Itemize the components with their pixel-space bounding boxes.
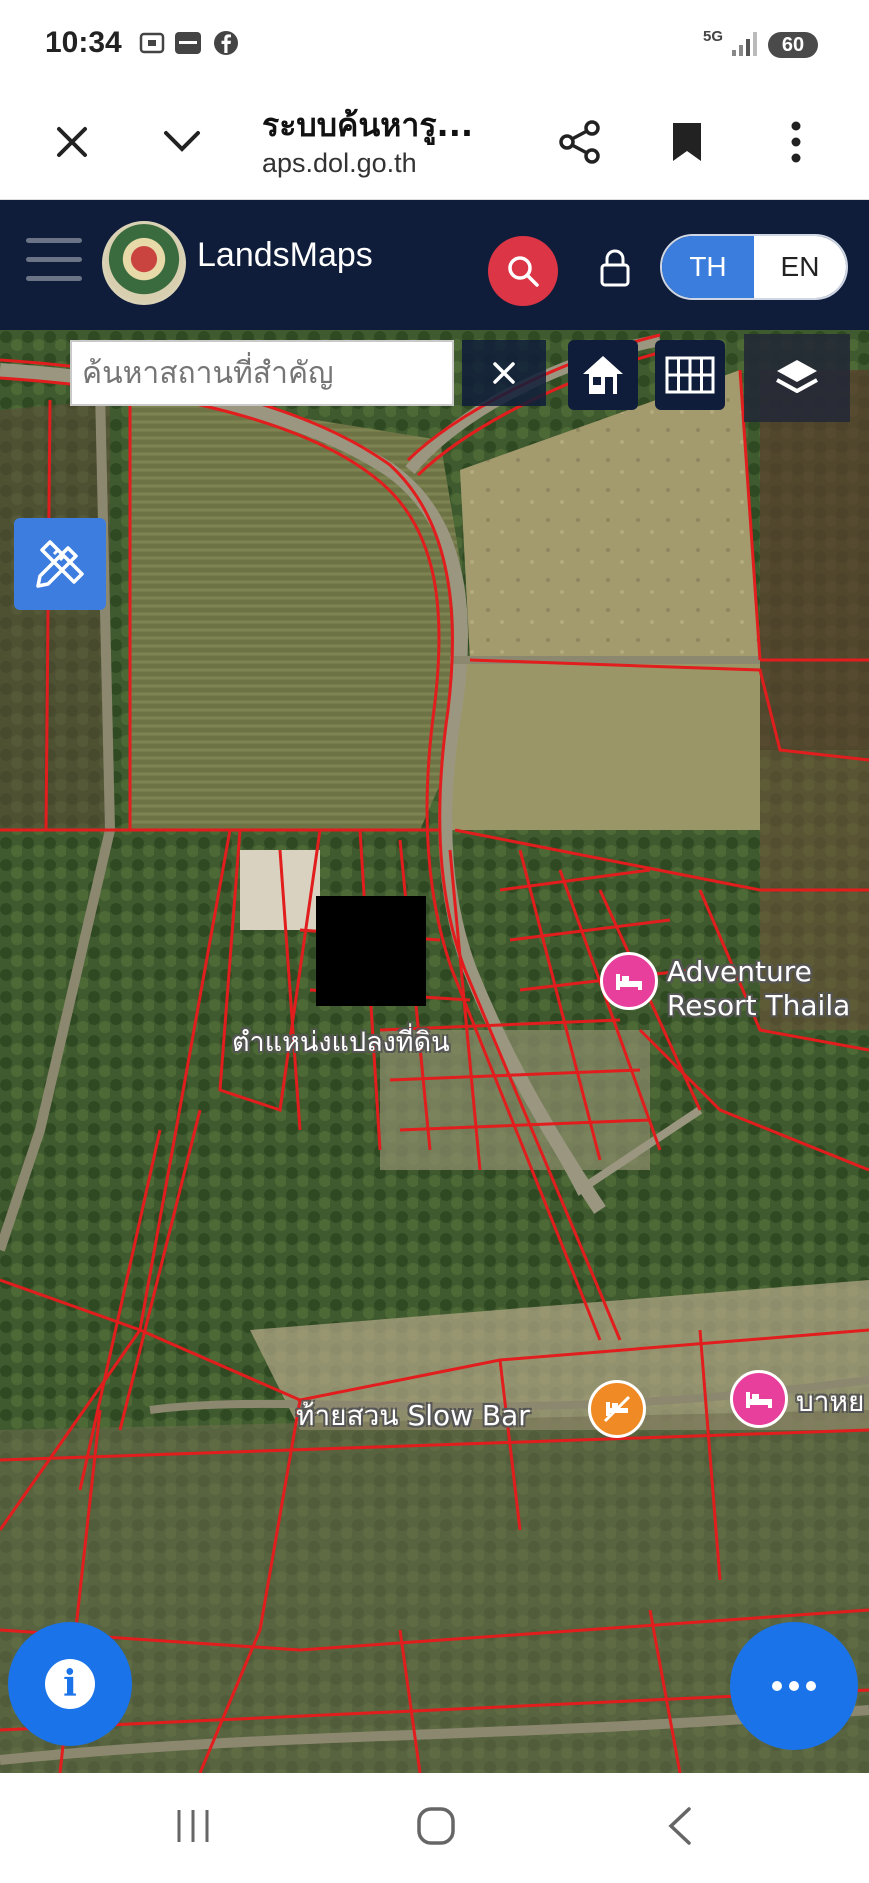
back-button[interactable] bbox=[650, 1801, 710, 1851]
more-options-button[interactable] bbox=[766, 112, 826, 172]
clear-search-button[interactable] bbox=[462, 340, 546, 406]
info-button[interactable]: i bbox=[8, 1622, 132, 1746]
parcel-position-label: ตำแหน่งแปลงที่ดิน bbox=[232, 1027, 450, 1058]
right-place-label: บาหย bbox=[796, 1385, 865, 1418]
redacted-area bbox=[316, 896, 426, 1006]
pencil-ruler-icon bbox=[36, 540, 84, 588]
close-icon bbox=[57, 127, 87, 157]
map-view[interactable]: ตำแหน่งแปลงที่ดิน Adventure Resort Thail… bbox=[0, 330, 869, 1773]
status-bar: 10:34 5G 60 bbox=[0, 0, 869, 84]
minimize-button[interactable] bbox=[152, 112, 212, 172]
more-dot-icon bbox=[806, 1681, 816, 1691]
slow-bar-label: ท้ายสวน Slow Bar bbox=[296, 1399, 530, 1432]
place-search-box[interactable] bbox=[70, 340, 454, 406]
brand-name: LandsMaps bbox=[197, 236, 373, 274]
battery-indicator: 60 bbox=[768, 32, 818, 58]
close-tab-button[interactable] bbox=[42, 112, 102, 172]
hotel-marker-right[interactable] bbox=[730, 1370, 788, 1428]
facebook-icon bbox=[214, 31, 238, 55]
adventure-resort-label-line2: Resort Thaila bbox=[667, 989, 851, 1022]
language-toggle: TH EN bbox=[660, 234, 848, 300]
bed-icon bbox=[603, 1395, 631, 1423]
screenshot-icon bbox=[139, 32, 165, 54]
dol-logo bbox=[102, 221, 186, 305]
draw-measure-button[interactable] bbox=[14, 518, 106, 610]
recents-icon bbox=[177, 1810, 209, 1842]
lang-th-button[interactable]: TH bbox=[662, 236, 754, 298]
bar-marker-slow-bar[interactable] bbox=[588, 1380, 646, 1438]
share-button[interactable] bbox=[550, 112, 610, 172]
more-dot-icon bbox=[772, 1681, 782, 1691]
layers-button[interactable] bbox=[744, 334, 850, 422]
signal-icon bbox=[732, 32, 757, 56]
lang-en-button[interactable]: EN bbox=[754, 236, 846, 298]
place-search-input[interactable] bbox=[72, 342, 452, 404]
home-button[interactable] bbox=[406, 1801, 466, 1851]
bookmark-button[interactable] bbox=[657, 112, 717, 172]
share-icon bbox=[559, 120, 600, 164]
search-button[interactable] bbox=[488, 236, 558, 306]
recents-button[interactable] bbox=[163, 1801, 223, 1851]
grid-icon bbox=[665, 356, 715, 394]
grid-button[interactable] bbox=[655, 340, 725, 410]
adventure-resort-label-line1: Adventure bbox=[667, 955, 812, 988]
bed-icon bbox=[746, 1392, 772, 1408]
home-icon bbox=[583, 356, 623, 394]
app-header: LandsMaps TH EN bbox=[0, 200, 869, 330]
page-title: ระบบค้นหารู... bbox=[262, 106, 473, 144]
home-location-button[interactable] bbox=[568, 340, 638, 410]
search-icon bbox=[508, 256, 539, 287]
more-actions-button[interactable] bbox=[730, 1622, 858, 1750]
close-icon bbox=[493, 362, 515, 384]
lock-icon[interactable] bbox=[598, 248, 632, 288]
more-dot-icon bbox=[789, 1681, 799, 1691]
browser-toolbar: ระบบค้นหารู... aps.dol.go.th bbox=[0, 84, 869, 200]
status-time: 10:34 bbox=[45, 26, 122, 59]
back-icon bbox=[668, 1807, 691, 1845]
chevron-down-icon bbox=[164, 131, 200, 152]
layers-icon bbox=[776, 360, 818, 393]
page-url[interactable]: aps.dol.go.th bbox=[262, 148, 417, 179]
bookmark-icon bbox=[673, 123, 701, 161]
more-vert-icon bbox=[791, 121, 801, 163]
network-type: 5G bbox=[703, 28, 724, 45]
info-icon: i bbox=[45, 1659, 95, 1709]
system-nav-bar bbox=[0, 1773, 869, 1883]
bed-icon bbox=[616, 974, 642, 990]
hamburger-menu-icon[interactable] bbox=[26, 238, 82, 284]
home-icon bbox=[417, 1807, 455, 1845]
app-icon bbox=[175, 32, 201, 54]
hotel-marker-adventure[interactable] bbox=[600, 952, 658, 1010]
